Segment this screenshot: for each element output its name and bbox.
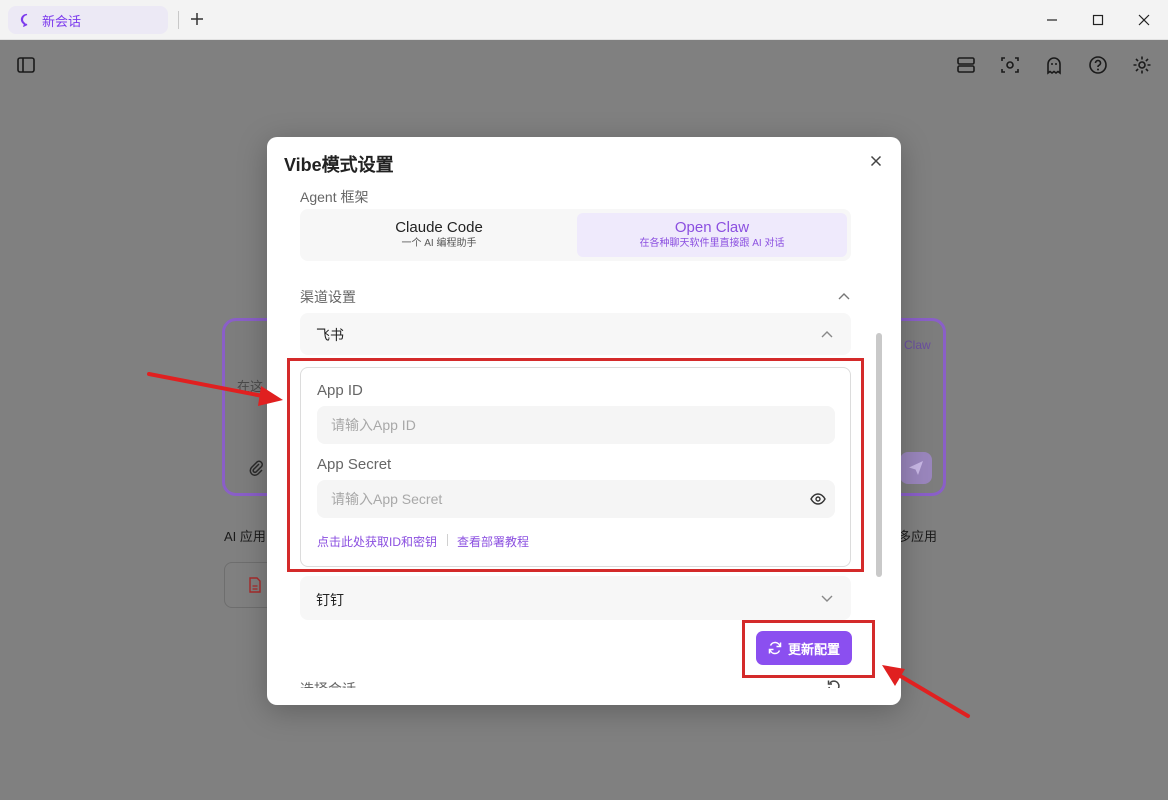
agent-framework-selector: Claude Code 一个 AI 编程助手 Open Claw 在各种聊天软件… <box>300 209 851 261</box>
settings-icon <box>1133 56 1151 74</box>
dingtalk-title: 钉钉 <box>316 592 344 608</box>
channel-settings-label: 渠道设置 <box>300 289 356 305</box>
reset-icon <box>827 680 840 688</box>
ghost-button[interactable] <box>1042 53 1066 77</box>
feishu-collapse[interactable] <box>820 327 834 341</box>
feishu-title: 飞书 <box>316 327 344 343</box>
settings-button[interactable] <box>1130 53 1154 77</box>
dingtalk-expand[interactable] <box>820 592 834 606</box>
maximize-icon <box>1092 14 1104 26</box>
minimize-icon <box>1047 19 1057 21</box>
claw-label: Claw <box>904 338 931 352</box>
option-claude-code[interactable]: Claude Code 一个 AI 编程助手 <box>304 213 574 257</box>
app-label-right: 多应用 <box>898 529 938 544</box>
document-icon <box>249 577 261 593</box>
minimize-button[interactable] <box>1040 8 1064 32</box>
close-icon <box>870 155 882 167</box>
help-icon <box>1089 56 1107 74</box>
option-open-claw[interactable]: Open Claw 在各种聊天软件里直接跟 AI 对话 <box>577 213 847 257</box>
tab-title: 新会话 <box>42 13 82 29</box>
chat-bubble-icon <box>20 13 28 27</box>
send-button[interactable] <box>900 452 932 484</box>
sidebar-toggle-icon <box>17 57 35 73</box>
send-icon <box>909 461 923 475</box>
server-icon <box>957 57 975 73</box>
new-tab-button[interactable] <box>186 8 208 30</box>
ghost-icon <box>1047 57 1061 75</box>
chevron-up-icon <box>838 293 850 300</box>
scan-button[interactable] <box>998 53 1022 77</box>
option-title: Open Claw <box>674 219 750 236</box>
option-title: Claude Code <box>395 219 483 236</box>
chevron-up-icon <box>821 331 833 338</box>
feishu-panel-header[interactable]: 飞书 <box>300 313 851 355</box>
option-subtitle: 在各种聊天软件里直接跟 AI 对话 <box>639 238 785 249</box>
partial-section-label: 选择会话 <box>300 679 356 688</box>
app-label-left: AI 应用 <box>224 529 266 544</box>
tab-new-chat[interactable]: 新会话 <box>8 6 168 34</box>
highlight-feishu-config <box>287 358 864 572</box>
dialog-close-button[interactable] <box>866 151 886 171</box>
dialog-title: Vibe模式设置 <box>284 155 394 175</box>
help-button[interactable] <box>1086 53 1110 77</box>
option-subtitle: 一个 AI 编程助手 <box>401 238 477 249</box>
scan-icon <box>1001 57 1019 73</box>
channel-settings-collapse[interactable] <box>837 289 851 303</box>
plus-icon <box>191 13 203 25</box>
server-button[interactable] <box>954 53 978 77</box>
attachment-icon <box>249 460 263 476</box>
close-icon <box>1138 14 1150 26</box>
maximize-button[interactable] <box>1086 8 1110 32</box>
tab-separator <box>178 11 179 29</box>
highlight-update-button <box>742 620 875 678</box>
chat-input-hint: 在这 <box>237 379 264 394</box>
dingtalk-panel-header[interactable]: 钉钉 <box>300 576 851 620</box>
chevron-down-icon <box>821 595 833 602</box>
dialog-scrollbar[interactable] <box>876 333 882 577</box>
close-window-button[interactable] <box>1132 8 1156 32</box>
reset-button[interactable] <box>827 679 841 688</box>
sidebar-toggle-button[interactable] <box>14 53 38 77</box>
agent-framework-label: Agent 框架 <box>300 189 369 205</box>
title-bar: 新会话 <box>0 0 1168 40</box>
